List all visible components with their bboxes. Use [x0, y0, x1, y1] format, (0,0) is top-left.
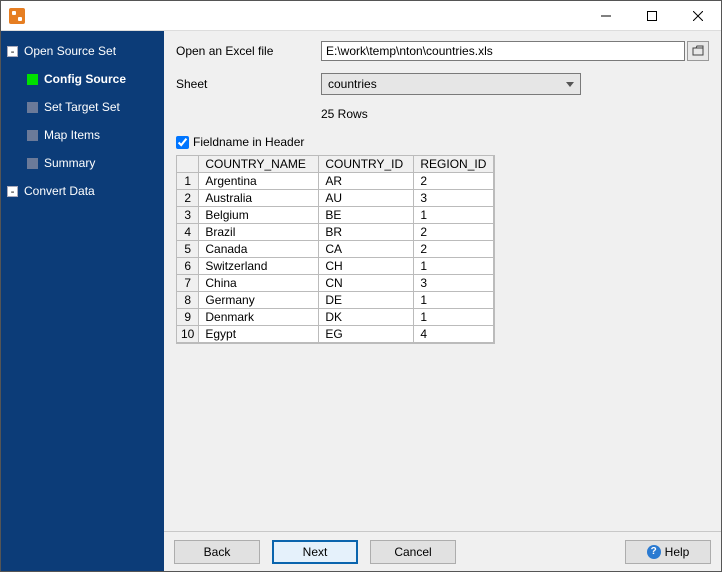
chevron-down-icon — [566, 82, 574, 87]
table-row[interactable]: 8GermanyDE1 — [177, 292, 494, 309]
sidebar-item-summary[interactable]: Summary — [1, 149, 164, 177]
cell[interactable]: 1 — [414, 309, 494, 326]
title-bar — [1, 1, 721, 31]
cell[interactable]: Canada — [199, 241, 319, 258]
table-row[interactable]: 7ChinaCN3 — [177, 275, 494, 292]
cell[interactable]: 2 — [414, 241, 494, 258]
sidebar-item-label: Set Target Set — [44, 100, 120, 114]
cell[interactable]: 1 — [414, 292, 494, 309]
sidebar-item-label: Open Source Set — [24, 44, 116, 58]
table-row[interactable]: 6SwitzerlandCH1 — [177, 258, 494, 275]
help-icon: ? — [647, 545, 661, 559]
button-bar: Back Next Cancel ? Help — [164, 531, 721, 571]
form-area: Open an Excel file Sheet countries 25 Ro… — [164, 31, 721, 531]
open-folder-icon — [692, 45, 704, 57]
row-number: 8 — [177, 292, 199, 309]
cell[interactable]: DK — [319, 309, 414, 326]
sidebar-item-config-source[interactable]: Config Source — [1, 65, 164, 93]
tree-toggle-icon[interactable]: - — [7, 46, 18, 57]
sidebar-item-label: Map Items — [44, 128, 100, 142]
row-number: 5 — [177, 241, 199, 258]
row-number: 7 — [177, 275, 199, 292]
tree-node-icon — [27, 74, 38, 85]
cell[interactable]: DE — [319, 292, 414, 309]
cancel-button[interactable]: Cancel — [370, 540, 456, 564]
cell[interactable]: Belgium — [199, 207, 319, 224]
sidebar-item-set-target-set[interactable]: Set Target Set — [1, 93, 164, 121]
sidebar-item-label: Config Source — [44, 72, 126, 86]
column-header[interactable]: COUNTRY_ID — [319, 156, 414, 173]
table-row[interactable]: 1ArgentinaAR2 — [177, 173, 494, 190]
grid-corner — [177, 156, 199, 173]
cell[interactable]: CA — [319, 241, 414, 258]
cell[interactable]: Switzerland — [199, 258, 319, 275]
app-icon — [9, 8, 25, 24]
file-path-input[interactable] — [321, 41, 685, 61]
tree-node-icon — [27, 158, 38, 169]
cell[interactable]: CH — [319, 258, 414, 275]
cell[interactable]: 1 — [414, 207, 494, 224]
cell[interactable]: 2 — [414, 224, 494, 241]
cell[interactable]: AR — [319, 173, 414, 190]
maximize-button[interactable] — [629, 1, 675, 31]
table-row[interactable]: 2AustraliaAU3 — [177, 190, 494, 207]
help-button[interactable]: ? Help — [625, 540, 711, 564]
minimize-button[interactable] — [583, 1, 629, 31]
sheet-select[interactable]: countries — [321, 73, 581, 95]
cell[interactable]: EG — [319, 326, 414, 343]
cell[interactable]: BE — [319, 207, 414, 224]
sidebar-item-label: Convert Data — [24, 184, 95, 198]
row-number: 1 — [177, 173, 199, 190]
file-label: Open an Excel file — [176, 44, 321, 58]
cell[interactable]: 3 — [414, 275, 494, 292]
tree-node-icon — [27, 102, 38, 113]
browse-file-button[interactable] — [687, 41, 709, 61]
sheet-select-value: countries — [328, 77, 377, 91]
tree-node-icon — [27, 130, 38, 141]
cell[interactable]: 2 — [414, 173, 494, 190]
cell[interactable]: Argentina — [199, 173, 319, 190]
close-button[interactable] — [675, 1, 721, 31]
cell[interactable]: Germany — [199, 292, 319, 309]
sidebar-item-open-source-set[interactable]: -Open Source Set — [1, 37, 164, 65]
row-number: 6 — [177, 258, 199, 275]
table-row[interactable]: 3BelgiumBE1 — [177, 207, 494, 224]
row-count-label: 25 Rows — [321, 107, 368, 121]
cell[interactable]: CN — [319, 275, 414, 292]
back-button[interactable]: Back — [174, 540, 260, 564]
data-grid: COUNTRY_NAMECOUNTRY_IDREGION_ID1Argentin… — [176, 155, 495, 344]
table-row[interactable]: 5CanadaCA2 — [177, 241, 494, 258]
sidebar-item-label: Summary — [44, 156, 95, 170]
cell[interactable]: 4 — [414, 326, 494, 343]
row-number: 9 — [177, 309, 199, 326]
cell[interactable]: Brazil — [199, 224, 319, 241]
row-number: 4 — [177, 224, 199, 241]
cell[interactable]: China — [199, 275, 319, 292]
table-row[interactable]: 9DenmarkDK1 — [177, 309, 494, 326]
help-button-label: Help — [665, 545, 690, 559]
column-header[interactable]: COUNTRY_NAME — [199, 156, 319, 173]
cell[interactable]: Australia — [199, 190, 319, 207]
row-number: 3 — [177, 207, 199, 224]
next-button[interactable]: Next — [272, 540, 358, 564]
table-row[interactable]: 10EgyptEG4 — [177, 326, 494, 343]
cell[interactable]: 3 — [414, 190, 494, 207]
sidebar-item-convert-data[interactable]: -Convert Data — [1, 177, 164, 205]
row-number: 10 — [177, 326, 199, 343]
fieldname-header-checkbox[interactable] — [176, 136, 189, 149]
column-header[interactable]: REGION_ID — [414, 156, 494, 173]
cell[interactable]: AU — [319, 190, 414, 207]
cell[interactable]: BR — [319, 224, 414, 241]
cell[interactable]: Egypt — [199, 326, 319, 343]
cell[interactable]: 1 — [414, 258, 494, 275]
row-number: 2 — [177, 190, 199, 207]
table-row[interactable]: 4BrazilBR2 — [177, 224, 494, 241]
tree-toggle-icon[interactable]: - — [7, 186, 18, 197]
cell[interactable]: Denmark — [199, 309, 319, 326]
wizard-sidebar: -Open Source SetConfig SourceSet Target … — [1, 31, 164, 571]
fieldname-header-label: Fieldname in Header — [193, 135, 304, 149]
sheet-label: Sheet — [176, 77, 321, 91]
sidebar-item-map-items[interactable]: Map Items — [1, 121, 164, 149]
